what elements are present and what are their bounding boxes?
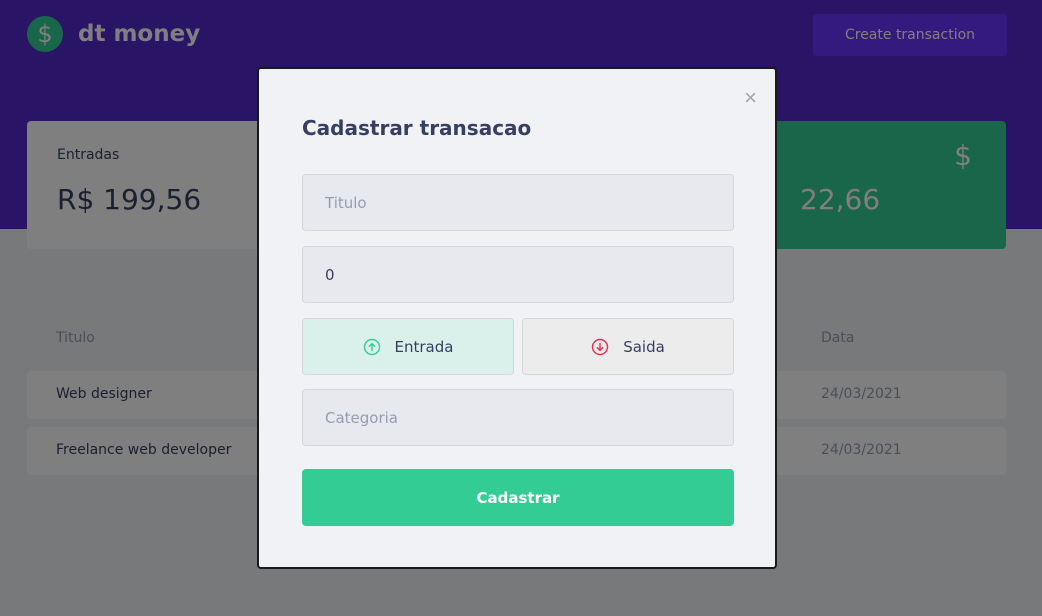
type-outcome-button[interactable]: Saida xyxy=(522,318,734,375)
modal-title: Cadastrar transacao xyxy=(302,116,532,140)
arrow-down-circle-icon xyxy=(591,338,609,355)
title-input[interactable] xyxy=(302,174,734,231)
arrow-up-circle-icon xyxy=(363,338,380,355)
close-icon[interactable]: × xyxy=(744,87,757,109)
new-transaction-modal: × Cadastrar transacao Entrada Saida Cada… xyxy=(257,67,777,569)
submit-button[interactable]: Cadastrar xyxy=(302,469,734,526)
type-outcome-label: Saida xyxy=(623,337,665,356)
type-income-label: Entrada xyxy=(394,337,454,356)
type-income-button[interactable]: Entrada xyxy=(302,318,514,375)
category-input[interactable] xyxy=(302,389,734,446)
amount-input[interactable] xyxy=(302,246,734,303)
